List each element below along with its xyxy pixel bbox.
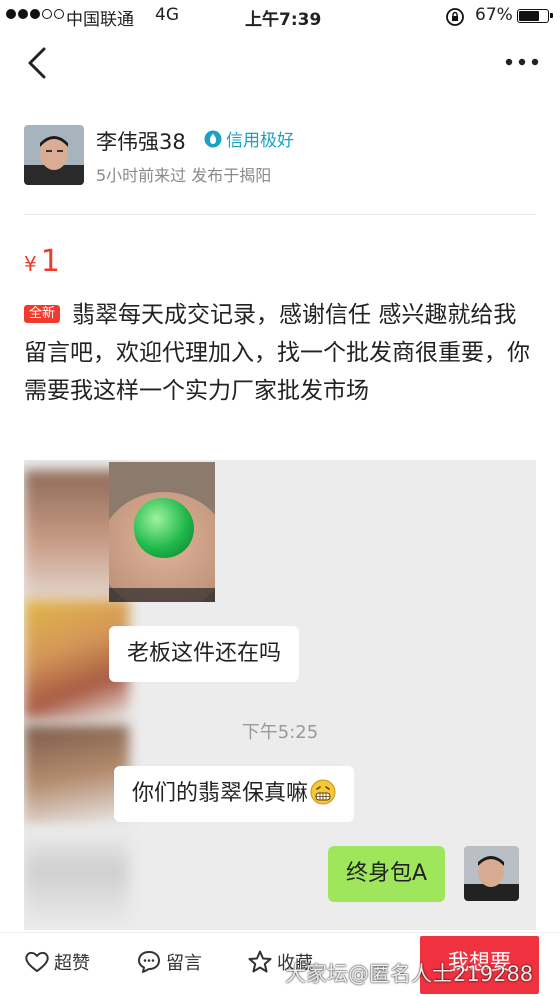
seller-avatar[interactable] [24, 125, 84, 185]
rotation-lock-icon [445, 7, 465, 32]
chat-bubble-outgoing: 终身包A [328, 846, 446, 902]
chat-timestamp: 下午5:25 [241, 722, 319, 743]
network-type: 4G [155, 5, 179, 25]
star-icon [248, 950, 272, 973]
nav-bar [0, 35, 560, 91]
price: ¥1 [24, 244, 60, 279]
comment-bubble-icon [138, 951, 160, 973]
battery-icon [517, 9, 553, 23]
blurred-region [24, 830, 129, 930]
chat-avatar [464, 846, 519, 901]
jade-photo [109, 462, 215, 602]
seller-header[interactable]: 李伟强38 信用极好 5小时前来过 发布于揭阳 [0, 120, 560, 200]
jade-gem-icon [134, 498, 194, 558]
description-text: 翡翠每天成交记录，感谢信任 感兴趣就给我留言吧，欢迎代理加入，找一个批发商很重要… [24, 302, 530, 404]
divider [24, 214, 536, 215]
seller-name[interactable]: 李伟强38 [96, 126, 186, 156]
back-button[interactable] [22, 43, 62, 83]
like-label: 超赞 [54, 953, 90, 974]
credit-badge: 信用极好 [204, 126, 294, 151]
price-value: 1 [40, 244, 60, 279]
like-button[interactable]: 超赞 [24, 949, 90, 975]
carrier-name: 中国联通 [66, 10, 134, 30]
heart-icon [25, 951, 49, 972]
chevron-left-icon [28, 47, 46, 79]
comment-button[interactable]: 留言 [136, 949, 202, 975]
more-button[interactable] [500, 47, 544, 77]
status-bar: 中国联通 4G 上午7:39 67% [0, 0, 560, 32]
signal-strength-icon [6, 9, 64, 19]
watermark: 大家坛@匿名人士219288 [285, 962, 534, 986]
comment-label: 留言 [166, 953, 202, 974]
chat-bubble-incoming: 你们的翡翠保真嘛 [114, 766, 355, 822]
credit-drop-icon [204, 130, 222, 147]
listing-description: 全新 翡翠每天成交记录，感谢信任 感兴趣就给我留言吧，欢迎代理加入，找一个批发商很… [24, 296, 536, 410]
listing-image[interactable]: 老板这件还在吗 下午5:25 你们的翡翠保真嘛 终身包A [24, 460, 536, 930]
currency-symbol: ¥ [24, 252, 37, 276]
new-tag: 全新 [24, 305, 61, 323]
grin-emoji-icon [310, 771, 336, 805]
more-dots-icon [505, 58, 539, 66]
battery-percent: 67% [475, 5, 513, 25]
status-time: 上午7:39 [245, 10, 322, 30]
seller-meta: 5小时前来过 发布于揭阳 [96, 166, 272, 185]
chat-bubble-text: 你们的翡翠保真嘛 [132, 781, 309, 806]
credit-label: 信用极好 [226, 131, 294, 151]
chat-bubble-incoming: 老板这件还在吗 [109, 626, 300, 682]
